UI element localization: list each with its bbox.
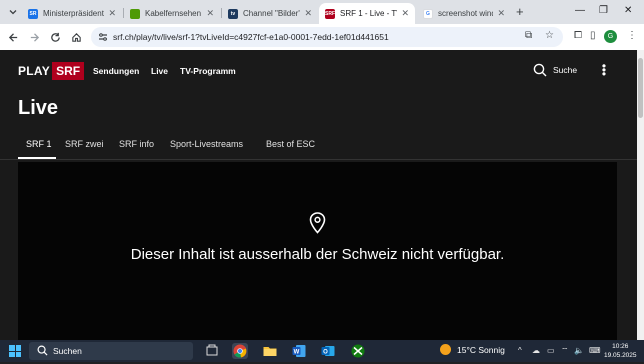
url-text[interactable]: srf.ch/play/tv/live/srf-1?tvLiveId=c4927… [113, 32, 389, 42]
tab-screenshot-google[interactable]: G screenshot windo ✕ [417, 3, 511, 24]
home-icon [71, 32, 81, 42]
page-title: Live [18, 97, 59, 119]
tab-favicon-icon: G [423, 8, 433, 19]
srf-play-page: PLAY SRF Sendungen Live TV-Programm Such… [0, 50, 637, 340]
task-view-icon[interactable] [204, 343, 220, 359]
onscreen-keyboard-icon[interactable]: ⌨ [589, 346, 601, 355]
tab-ministerpraesident[interactable]: SR Ministerpräsident ✕ [22, 3, 122, 24]
logo-srf-text: SRF [52, 62, 85, 80]
address-bar[interactable]: srf.ch/play/tv/live/srf-1?tvLiveId=c4927… [91, 27, 563, 47]
reload-button[interactable] [47, 29, 63, 45]
reload-icon [50, 32, 60, 42]
logo-play-text: PLAY [18, 64, 51, 78]
tab-srf1-live[interactable]: SRF SRF 1 - Live - TV - ✕ [319, 3, 415, 24]
svg-text:W: W [294, 350, 300, 356]
tab-best-of-esc[interactable]: Best of ESC [266, 139, 315, 149]
tab-search-button[interactable] [6, 5, 20, 19]
geoblock-message: Dieser Inhalt ist ausserhalb der Schweiz… [130, 246, 505, 263]
extensions-icon[interactable]: ⧠ [574, 30, 582, 41]
browser-toolbar: srf.ch/play/tv/live/srf-1?tvLiveId=c4927… [0, 24, 644, 50]
more-options-icon[interactable]: • • • [600, 60, 608, 80]
tab-title: SRF 1 - Live - TV - [340, 9, 397, 18]
profile-avatar[interactable]: G [604, 30, 617, 43]
battery-icon[interactable]: ▭ [547, 346, 555, 355]
windows-logo-icon [9, 351, 15, 357]
taskbar-search[interactable]: Suchen [29, 342, 193, 360]
clock-time: 10:26 [612, 343, 629, 350]
tab-srf-1[interactable]: SRF 1 [26, 139, 52, 149]
minimize-icon[interactable]: — [575, 5, 585, 16]
tab-title: screenshot windo [438, 9, 493, 18]
nav-tv-programm[interactable]: TV-Programm [180, 66, 236, 76]
windows-taskbar: Suchen W O 15°C Sonnig ^ ☁ ▭ ⌔ 🔈 ⌨ 10:26… [0, 340, 644, 362]
bookmark-star-icon[interactable]: ☆ [545, 30, 554, 41]
tab-title: Channel "Bilder" | [243, 9, 301, 18]
clock-date: 19.05.2025 [604, 352, 637, 359]
tab-title: Ministerpräsident [43, 9, 104, 18]
tab-favicon-icon [130, 8, 140, 19]
tab-close-icon[interactable]: ✕ [497, 8, 505, 19]
tab-favicon-icon: SR [28, 8, 38, 19]
search-label: Suche [553, 65, 578, 75]
onedrive-icon[interactable]: ☁ [532, 346, 540, 355]
browser-menu-icon[interactable]: ⋮ [627, 30, 637, 41]
back-arrow-icon [8, 32, 17, 42]
weather-widget[interactable]: 15°C Sonnig [440, 344, 505, 355]
tab-favicon-icon: tv [228, 8, 238, 19]
tab-close-icon[interactable]: ✕ [108, 8, 116, 19]
search-icon [533, 63, 547, 77]
tab-divider [0, 159, 637, 160]
tab-sport-livestreams[interactable]: Sport-Livestreams [170, 139, 243, 149]
chrome-taskbar-icon[interactable] [232, 343, 248, 359]
forward-button[interactable] [26, 29, 42, 45]
volume-icon[interactable]: 🔈 [574, 346, 584, 355]
sidebar-icon[interactable]: ▯ [590, 30, 596, 41]
windows-logo-icon [9, 345, 15, 351]
tab-close-icon[interactable]: ✕ [401, 8, 409, 19]
tab-srf-info[interactable]: SRF info [119, 139, 154, 149]
tray-overflow-icon[interactable]: ^ [518, 346, 522, 355]
forward-arrow-icon [30, 32, 39, 42]
system-clock[interactable]: 10:26 19.05.2025 [604, 342, 637, 360]
new-tab-button[interactable]: + [516, 4, 524, 19]
windows-logo-icon [15, 345, 21, 351]
tab-srf-zwei[interactable]: SRF zwei [65, 139, 104, 149]
outlook-icon[interactable]: O [320, 343, 336, 359]
taskbar-search-label: Suchen [53, 346, 82, 356]
start-button[interactable] [9, 345, 21, 357]
tab-channel-bilder[interactable]: tv Channel "Bilder" | ✕ [222, 3, 318, 24]
xbox-app-icon[interactable] [350, 343, 366, 359]
tab-search-icon [9, 10, 17, 15]
site-info-icon[interactable] [97, 31, 109, 43]
nav-live[interactable]: Live [151, 66, 168, 76]
tab-close-icon[interactable]: ✕ [206, 8, 214, 19]
browser-tab-strip: SR Ministerpräsident ✕ Kabelfernsehen | … [0, 0, 644, 24]
back-button[interactable] [5, 29, 21, 45]
nav-sendungen[interactable]: Sendungen [93, 66, 139, 76]
close-window-icon[interactable]: ✕ [624, 5, 632, 16]
tab-kabelfernsehen[interactable]: Kabelfernsehen | S ✕ [124, 3, 220, 24]
scrollbar-thumb[interactable] [638, 58, 643, 118]
location-pin-icon [309, 212, 326, 234]
weather-text: 15°C Sonnig [457, 344, 505, 355]
site-search-button[interactable]: Suche [533, 63, 577, 77]
video-player[interactable]: Dieser Inhalt ist ausserhalb der Schweiz… [18, 162, 617, 340]
word-icon[interactable]: W [291, 343, 307, 359]
windows-logo-icon [15, 351, 21, 357]
search-icon [37, 345, 48, 356]
tab-favicon-icon: SRF [325, 8, 335, 19]
srf-play-logo[interactable]: PLAY SRF [18, 62, 85, 80]
maximize-icon[interactable]: ❐ [599, 5, 608, 16]
sun-icon [440, 344, 451, 355]
home-button[interactable] [68, 29, 84, 45]
file-explorer-icon[interactable] [262, 343, 278, 359]
install-app-icon[interactable]: ⧉ [525, 30, 532, 41]
tab-title: Kabelfernsehen | S [145, 9, 202, 18]
tab-close-icon[interactable]: ✕ [304, 8, 312, 19]
svg-text:O: O [323, 350, 328, 356]
network-icon[interactable]: ⌔ [561, 346, 569, 356]
